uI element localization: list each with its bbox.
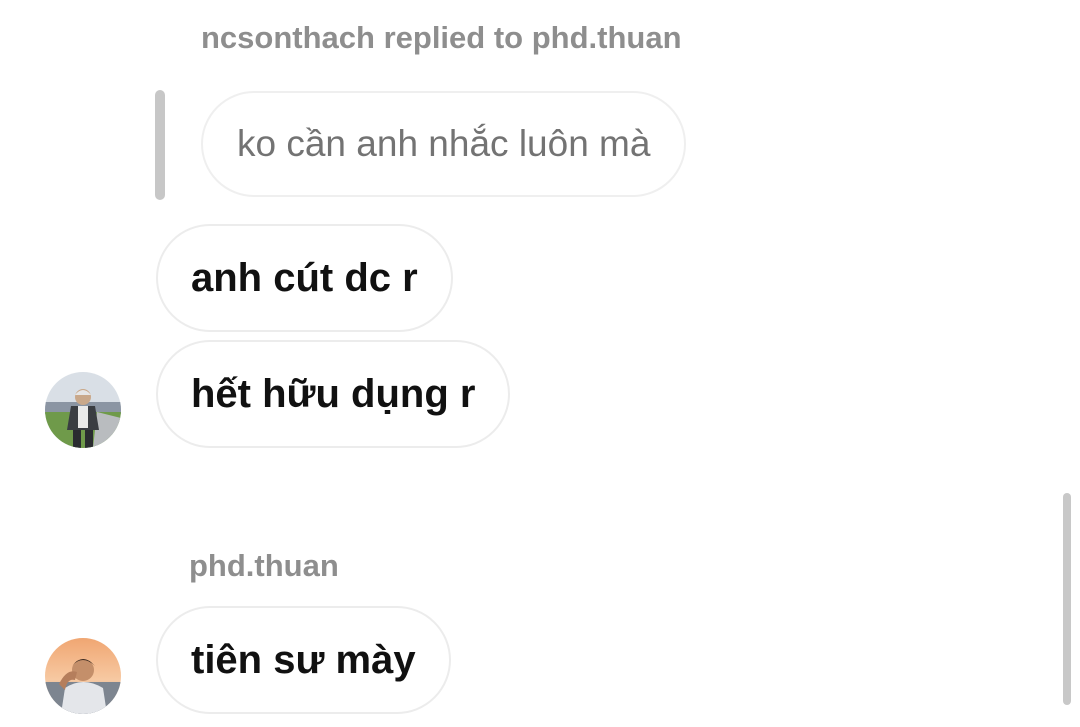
quote-indicator-bar	[155, 90, 165, 200]
message-bubble[interactable]: tiên sư mày	[156, 606, 451, 714]
message-text: anh cút dc r	[191, 255, 418, 300]
quoted-message-bubble[interactable]: ko cần anh nhắc luôn mà	[201, 91, 687, 197]
message-bubble[interactable]: hết hữu dụng r	[156, 340, 511, 448]
user-avatar-icon[interactable]	[45, 372, 121, 448]
message-text: tiên sư mày	[191, 637, 416, 682]
reply-header: ncsonthach replied to phd.thuan	[201, 20, 682, 55]
avatar-photo-phd-thuan	[45, 638, 121, 714]
message-bubble[interactable]: anh cút dc r	[156, 224, 453, 332]
chat-thread: ncsonthach replied to phd.thuan ko cần a…	[0, 0, 1080, 727]
user-avatar-icon[interactable]	[45, 638, 121, 714]
message-text: hết hữu dụng r	[191, 371, 476, 416]
quoted-message-text: ko cần anh nhắc luôn mà	[237, 123, 651, 164]
avatar-photo-ncsonthach	[45, 372, 121, 448]
scrollbar[interactable]	[1063, 493, 1071, 705]
sender-name: phd.thuan	[189, 548, 339, 583]
